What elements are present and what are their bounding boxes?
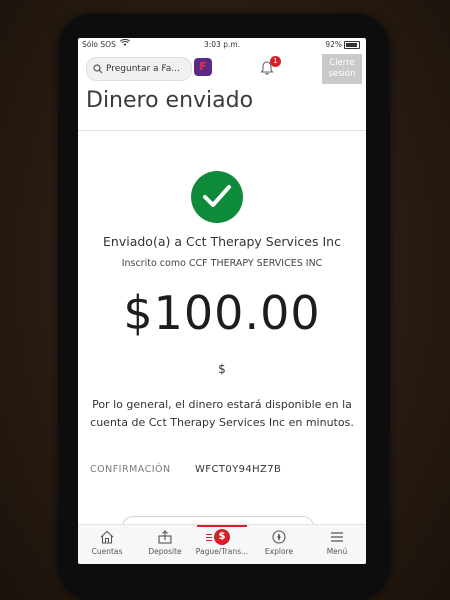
active-tab-indicator — [197, 525, 247, 527]
nav-item-pay-transfer[interactable]: $ Pague/Trans... — [193, 525, 251, 564]
app-header: Preguntar a Fa... F 1 Cierre sesión — [78, 54, 366, 86]
signout-button[interactable]: Cierre sesión — [322, 54, 362, 84]
page-title: Dinero enviado — [86, 88, 254, 113]
nav-item-menu[interactable]: Menú — [308, 525, 366, 564]
success-check-icon — [191, 171, 243, 223]
compass-icon — [272, 530, 286, 544]
confirmation-code: WFCT0Y94HZ7B — [195, 464, 282, 475]
fargo-assistant-icon[interactable]: F — [194, 58, 212, 76]
home-icon — [100, 530, 114, 544]
nav-label-explore: Explore — [264, 547, 294, 556]
battery-percent: 92% — [325, 40, 342, 49]
search-placeholder: Preguntar a Fa... — [106, 64, 180, 74]
hamburger-menu-icon — [331, 532, 343, 542]
pay-transfer-icon: $ — [206, 529, 230, 545]
deposit-icon — [158, 530, 172, 544]
status-time: 3:03 p.m. — [203, 40, 241, 49]
availability-note: Por lo general, el dinero estará disponi… — [90, 398, 354, 429]
nav-item-explore[interactable]: Explore — [250, 525, 308, 564]
registered-as-text: Inscrito como CCF THERAPY SERVICES INC — [121, 258, 323, 269]
bottom-navigation: Cuentas Deposite $ Pague/Trans... Explor… — [78, 524, 366, 564]
notification-badge: 1 — [270, 56, 281, 67]
confirmation-label: CONFIRMACIÓN — [90, 464, 171, 475]
app-screen: Sólo SOS 3:03 p.m. 92% Preguntar a Fa...… — [78, 38, 366, 564]
currency-symbol: $ — [218, 362, 226, 376]
nav-item-accounts[interactable]: Cuentas — [78, 525, 136, 564]
recipient-text: Enviado(a) a Cct Therapy Services Inc — [103, 234, 341, 249]
nav-label-menu: Menú — [326, 547, 348, 556]
amount-sent: $100.00 — [123, 286, 321, 340]
title-divider — [78, 130, 366, 131]
search-input[interactable]: Preguntar a Fa... — [86, 57, 192, 81]
nav-label-deposit: Deposite — [148, 547, 182, 556]
nav-label-pay-transfer: Pague/Trans... — [195, 547, 249, 556]
battery-icon — [344, 40, 360, 49]
nav-item-deposit[interactable]: Deposite — [136, 525, 194, 564]
status-bar: Sólo SOS 3:03 p.m. 92% — [78, 38, 366, 52]
nav-label-accounts: Cuentas — [91, 547, 123, 556]
battery-status: 92% — [325, 40, 360, 49]
search-icon — [93, 64, 103, 74]
